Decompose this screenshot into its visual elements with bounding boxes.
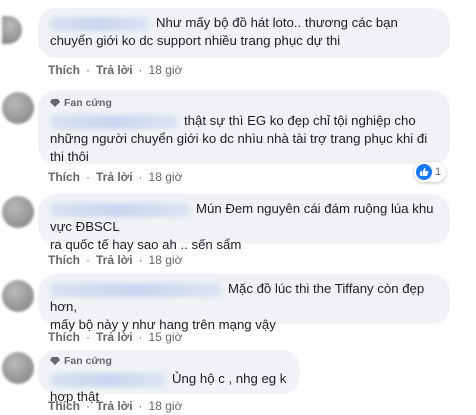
timestamp[interactable]: 18 giờ (149, 399, 183, 413)
comment-bubble: Mún Đem nguyên cái đám ruộng lúa khu vực… (38, 194, 450, 252)
commenter-name-blurred[interactable] (50, 16, 150, 31)
comment-actions: Thích · Trả lời · 18 giờ (48, 253, 182, 267)
reply-button[interactable]: Trả lời (96, 399, 133, 413)
comment-text: Mún Đem nguyên cái đám ruộng lúa khu vực… (50, 201, 434, 252)
fan-badge-label: Fan cứng (64, 97, 112, 109)
comment-text: thật sự thì EG ko đẹp chỉ tội nghiệp cho… (50, 113, 428, 164)
separator: · (86, 63, 90, 77)
commenter-name-blurred[interactable] (50, 202, 190, 217)
separator: · (86, 399, 90, 413)
comment-text: Như mấy bộ đồ hát loto.. thương các bạn … (50, 15, 398, 48)
timestamp[interactable]: 15 giờ (149, 330, 183, 344)
like-button[interactable]: Thích (48, 399, 80, 413)
separator: · (86, 170, 90, 184)
separator: · (138, 399, 143, 413)
commenter-name-blurred[interactable] (50, 372, 166, 387)
reaction-count[interactable]: 1 (414, 162, 447, 182)
timestamp[interactable]: 18 giờ (149, 63, 183, 77)
comment-bubble: Như mấy bộ đồ hát loto.. thương các bạn … (38, 8, 450, 58)
separator: · (138, 63, 143, 77)
avatar[interactable] (2, 92, 34, 124)
comment-text: Mặc đồ lúc thi the Tiffany còn đẹp hơn, … (50, 281, 425, 332)
comment-bubble: Fan cứng Ủng hộ c , nhg eg k hợp thật (38, 350, 300, 404)
avatar[interactable] (2, 352, 34, 384)
separator: · (86, 253, 90, 267)
reply-button[interactable]: Trả lời (96, 170, 133, 184)
fan-badge: Fan cứng (50, 354, 288, 368)
comment-actions: Thích · Trả lời · 15 giờ (48, 330, 182, 344)
like-button[interactable]: Thích (48, 63, 80, 77)
timestamp[interactable]: 18 giờ (149, 170, 183, 184)
commenter-name-blurred[interactable] (50, 114, 178, 129)
reply-button[interactable]: Trả lời (96, 330, 133, 344)
avatar[interactable] (2, 16, 22, 44)
commenter-name-blurred[interactable] (50, 282, 222, 297)
separator: · (86, 330, 90, 344)
separator: · (138, 253, 143, 267)
diamond-badge-icon (50, 356, 60, 366)
comment-bubble: Fan cứng thật sự thì EG ko đẹp chỉ tội n… (38, 90, 450, 164)
reply-button[interactable]: Trả lời (96, 63, 133, 77)
comment-actions: Thích · Trả lời · 18 giờ (48, 399, 182, 413)
comment-actions: Thích · Trả lời · 18 giờ (48, 170, 182, 184)
thumbs-up-icon (416, 164, 432, 180)
comment-actions: Thích · Trả lời · 18 giờ (48, 63, 182, 77)
comment-bubble: Mặc đồ lúc thi the Tiffany còn đẹp hơn, … (38, 274, 450, 332)
reply-button[interactable]: Trả lời (96, 253, 133, 267)
diamond-badge-icon (50, 98, 60, 108)
fan-badge-label: Fan cứng (64, 355, 112, 367)
avatar[interactable] (2, 280, 34, 312)
timestamp[interactable]: 18 giờ (149, 253, 183, 267)
separator: · (138, 170, 143, 184)
fan-badge: Fan cứng (50, 96, 438, 110)
like-button[interactable]: Thích (48, 170, 80, 184)
avatar[interactable] (2, 196, 34, 228)
separator: · (138, 330, 143, 344)
reaction-count-number: 1 (435, 166, 442, 178)
like-button[interactable]: Thích (48, 253, 80, 267)
like-button[interactable]: Thích (48, 330, 80, 344)
